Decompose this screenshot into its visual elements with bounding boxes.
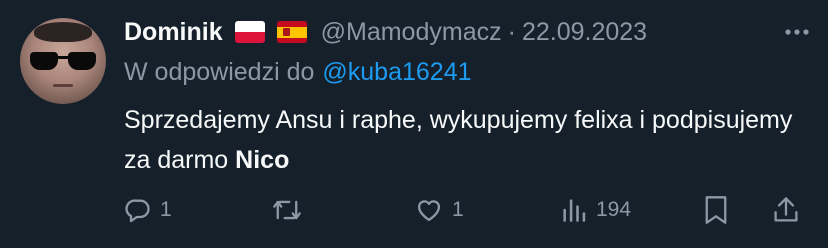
user-handle[interactable]: @Mamodymacz [321,18,502,47]
retweet-icon [272,196,302,224]
like-button[interactable]: 1 [414,190,464,230]
retweet-button[interactable] [272,190,310,230]
avatar-sunglasses [30,52,96,70]
views-button[interactable]: 194 [560,190,631,230]
tweet-text-bold: Nico [235,146,290,174]
poland-flag-icon [234,21,265,43]
heart-icon [414,196,444,224]
bookmark-icon [703,195,729,225]
tweet-date[interactable]: 22.09.2023 [522,18,647,47]
reply-icon [124,196,152,224]
bookmark-button[interactable] [703,190,729,230]
tweet[interactable]: Dominik @Mamodymacz · 22.09.2023 W odpow… [0,0,828,248]
like-count: 1 [452,198,464,221]
avatar[interactable] [20,18,106,104]
action-bar: 1 1 194 [0,190,828,230]
display-name[interactable]: Dominik [124,18,223,47]
reply-prefix: W odpowiedzi do [124,57,315,86]
reply-context: W odpowiedzi do @kuba16241 [124,56,472,88]
reply-button[interactable]: 1 [124,190,172,230]
reply-count: 1 [160,198,172,221]
tweet-header: Dominik @Mamodymacz · 22.09.2023 [124,14,647,50]
tweet-text-main: Sprzedajemy Ansu i raphe, wykupujemy fel… [124,106,793,174]
tweet-text: Sprzedajemy Ansu i raphe, wykupujemy fel… [124,100,804,180]
share-button[interactable] [772,190,800,230]
separator-dot: · [507,17,516,46]
views-count: 194 [596,198,632,221]
avatar-mouth [53,84,73,87]
views-icon [560,196,588,224]
spain-flag-icon [276,21,307,43]
reply-mention-link[interactable]: @kuba16241 [322,58,471,87]
avatar-hair [34,22,92,42]
share-icon [772,195,800,225]
more-horizontal-icon[interactable] [782,18,812,46]
